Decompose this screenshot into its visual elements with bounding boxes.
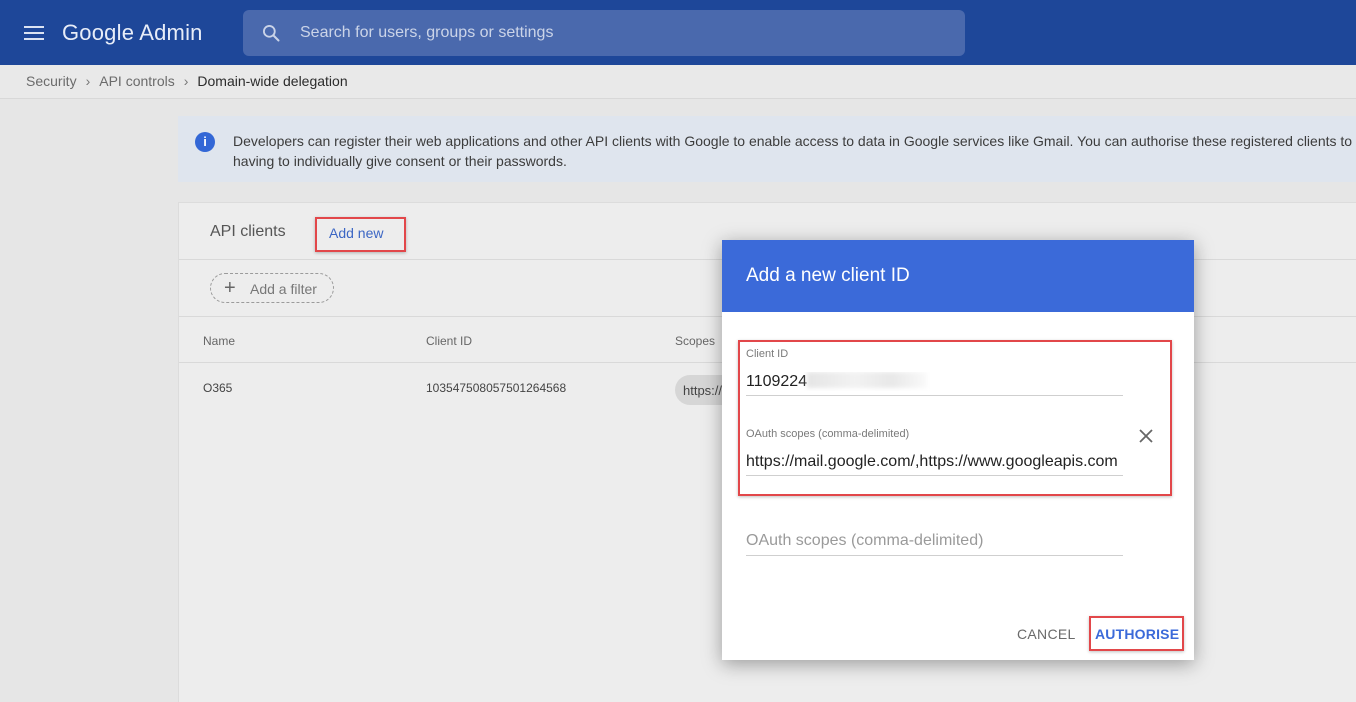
column-header-client-id[interactable]: Client ID	[426, 334, 472, 348]
top-app-bar: Google Admin Search for users, groups or…	[0, 0, 1356, 65]
hamburger-menu-icon[interactable]	[24, 26, 44, 40]
column-header-name[interactable]: Name	[203, 334, 235, 348]
info-text-line2: having to individually give consent or t…	[233, 153, 567, 169]
search-bar[interactable]: Search for users, groups or settings	[243, 10, 965, 56]
client-id-label: Client ID	[746, 348, 789, 360]
redacted-blur	[807, 372, 928, 388]
breadcrumb-api-controls[interactable]: API controls	[99, 73, 174, 89]
dialog-title: Add a new client ID	[746, 265, 910, 286]
column-header-scopes[interactable]: Scopes	[675, 334, 715, 348]
oauth-scopes-label: OAuth scopes (comma-delimited)	[746, 428, 910, 440]
cell-name: O365	[203, 381, 233, 395]
add-new-button[interactable]: Add new	[315, 217, 406, 252]
dialog-header: Add a new client ID	[722, 240, 1194, 312]
authorise-label: AUTHORISE	[1095, 626, 1180, 642]
oauth-scopes-value: https://mail.google.com/,https://www.goo…	[746, 453, 1118, 470]
cell-client-id: 103547508057501264568	[426, 381, 567, 395]
add-filter-label: Add a filter	[250, 281, 317, 297]
cell-scopes: https://	[683, 383, 723, 398]
chevron-right-icon: ›	[183, 73, 189, 89]
add-client-dialog: Add a new client ID Client ID 1109224 OA…	[722, 240, 1194, 660]
card-title: API clients	[210, 223, 286, 240]
breadcrumb-current: Domain-wide delegation	[197, 73, 348, 89]
plus-icon: +	[224, 277, 236, 299]
client-id-field[interactable]: Client ID 1109224	[746, 348, 1123, 396]
breadcrumb: Security › API controls › Domain-wide de…	[0, 65, 1356, 99]
close-icon[interactable]	[1136, 426, 1156, 446]
oauth-scopes-field[interactable]: OAuth scopes (comma-delimited) https://m…	[746, 428, 1123, 476]
add-filter-button[interactable]: + Add a filter	[210, 273, 334, 303]
cancel-button[interactable]: CANCEL	[1017, 626, 1076, 642]
info-text-line1: Developers can register their web applic…	[233, 133, 1353, 149]
info-banner: i Developers can register their web appl…	[178, 116, 1356, 182]
chevron-right-icon: ›	[85, 73, 91, 89]
app-logo[interactable]: Google Admin	[62, 20, 203, 46]
search-icon	[263, 25, 280, 42]
breadcrumb-security[interactable]: Security	[26, 73, 77, 89]
search-input[interactable]: Search for users, groups or settings	[300, 24, 553, 42]
authorise-button[interactable]: AUTHORISE	[1089, 616, 1184, 651]
info-icon: i	[195, 132, 215, 152]
client-id-value: 1109224	[746, 373, 808, 390]
oauth-scopes-new-field[interactable]: OAuth scopes (comma-delimited)	[746, 532, 1123, 556]
oauth-scopes-placeholder: OAuth scopes (comma-delimited)	[746, 532, 984, 549]
add-new-label: Add new	[329, 225, 384, 241]
